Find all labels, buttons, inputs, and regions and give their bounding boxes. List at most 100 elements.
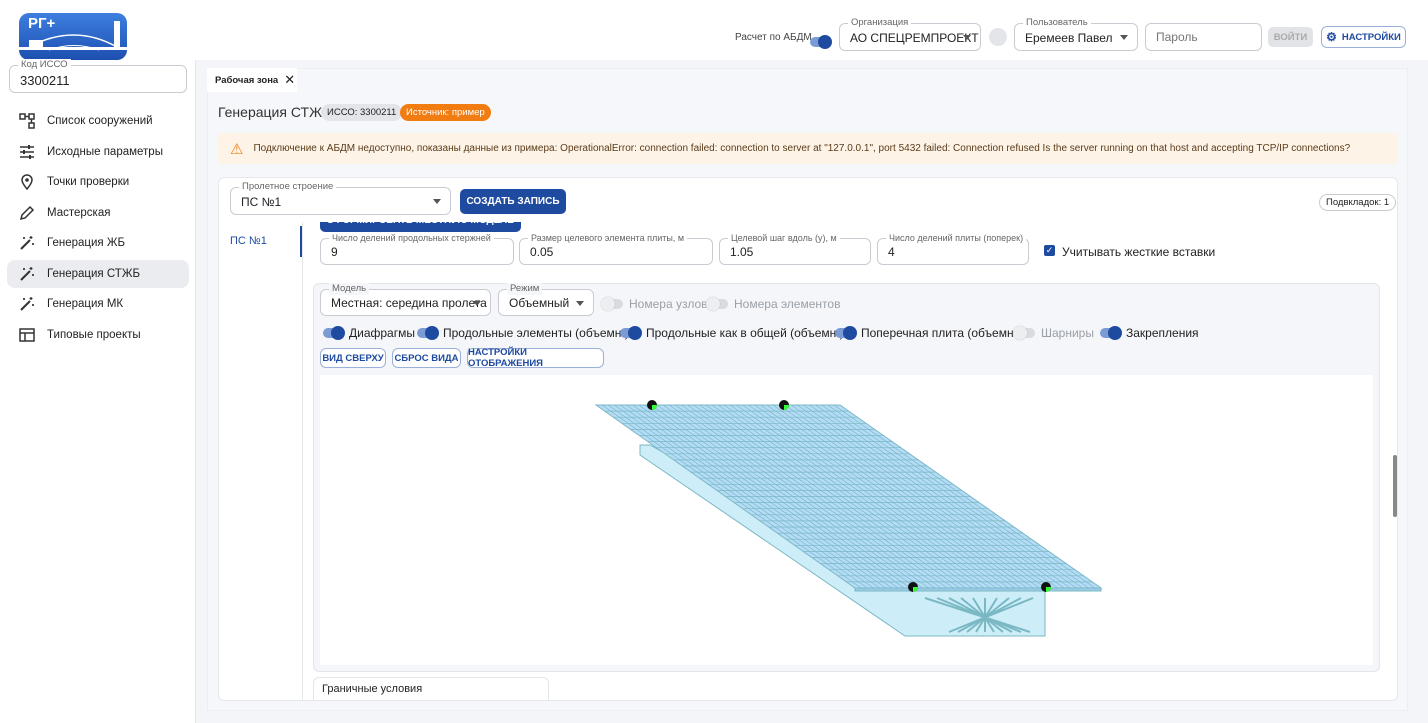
sidebar-item-label: Типовые проекты: [47, 328, 141, 341]
source-badge: Источник: пример: [400, 104, 491, 121]
toggle-0[interactable]: Номера узлов: [601, 297, 708, 311]
sidebar-item-7[interactable]: Типовые проекты: [7, 321, 189, 349]
password-input[interactable]: [1145, 23, 1262, 51]
toggle-7[interactable]: Закрепления: [1100, 326, 1199, 340]
sidebar-item-label: Генерация МК: [47, 298, 124, 310]
bridge-model-3d[interactable]: [320, 375, 1373, 665]
tab-label: Рабочая зона: [215, 74, 279, 86]
chevron-down-icon: [433, 199, 441, 204]
sidebar-item-label: Исходные параметры: [47, 145, 163, 158]
model-select[interactable]: Модель Местная: середина пролета: [320, 283, 491, 316]
sidebar-item-4[interactable]: Генерация ЖБ: [7, 229, 189, 257]
deck-edge: [854, 587, 1102, 592]
sidebar-item-3[interactable]: Мастерская: [7, 199, 189, 227]
page-title: Генерация СТЖБ: [218, 104, 332, 120]
organization-select[interactable]: Организация АО СПЕЦРЕМПРОЕКТ: [839, 17, 981, 51]
support-marker-icon: [908, 582, 918, 592]
toggle-label: Поперечная плита (объемн.): [861, 326, 1021, 340]
support-marker-icon: [779, 400, 789, 410]
sliders-icon: [20, 144, 34, 159]
display-settings-button[interactable]: НАСТРОЙКИ ОТОБРАЖЕНИЯ: [467, 347, 604, 369]
3d-viewer[interactable]: [320, 375, 1373, 665]
abdm-toggle[interactable]: [810, 34, 832, 49]
subtabs-count-badge: Подвкладок: 1: [1319, 194, 1397, 211]
toggle-4[interactable]: Продольные как в общей (объемн.): [620, 326, 844, 340]
org-value: АО СПЕЦРЕМПРОЕКТ: [850, 31, 979, 45]
sidebar-item-label: Список сооружений: [47, 115, 153, 127]
isso-code-value: 3300211: [20, 73, 70, 88]
sidebar-item-6[interactable]: Генерация МК: [7, 290, 189, 318]
chevron-down-icon: [963, 35, 971, 40]
close-icon[interactable]: ✕: [284, 72, 295, 88]
mode-value: Объемный: [509, 296, 570, 310]
tab-workspace[interactable]: Рабочая зона ✕: [207, 68, 297, 92]
warning-icon: ⚠: [230, 140, 244, 158]
param-value: 0.05: [530, 245, 554, 259]
sidebar-item-5[interactable]: Генерация СТЖБ: [7, 259, 189, 288]
param-value: 4: [888, 245, 895, 259]
toggle-switch[interactable]: [601, 297, 623, 311]
avatar: [989, 28, 1007, 46]
scrollbar[interactable]: [1392, 222, 1398, 700]
user-label: Пользователь: [1023, 17, 1091, 29]
table-icon: [19, 327, 35, 342]
toggle-label: Продольные элементы (объемн.): [443, 326, 629, 340]
sidebar-item-1[interactable]: Исходные параметры: [7, 138, 189, 166]
toggle-switch[interactable]: [620, 326, 642, 340]
reset-view-button[interactable]: СБРОС ВИДА: [392, 348, 461, 368]
create-record-button[interactable]: СОЗДАТЬ ЗАПИСЬ: [460, 189, 566, 214]
sidebar-item-label: Точки проверки: [47, 176, 130, 188]
map-pin-icon: [21, 174, 33, 190]
isso-badge: ИССО: 3300211: [321, 104, 403, 121]
span-value: ПС №1: [241, 195, 282, 209]
warning-alert: ⚠ Подключение к АБДМ недоступно, показаны…: [218, 133, 1398, 164]
alert-text: Подключение к АБДМ недоступно, показаны …: [253, 143, 1351, 154]
toggle-label: Диафрагмы: [349, 326, 415, 340]
toggle-label: Закрепления: [1126, 326, 1199, 340]
magic-wand-icon: [20, 266, 34, 281]
param-field-1[interactable]: Размер целевого элемента плиты, м 0.05: [519, 232, 713, 265]
user-value: Еремеев Павел: [1025, 31, 1113, 45]
mode-select[interactable]: Режим Объемный: [498, 283, 594, 316]
param-field-2[interactable]: Целевой шаг вдоль (y), м 1.05: [719, 232, 871, 265]
login-button[interactable]: ВОЙТИ: [1268, 27, 1313, 47]
toggle-3[interactable]: Продольные элементы (объемн.): [417, 326, 629, 340]
toggle-switch[interactable]: [835, 326, 857, 340]
sidebar-item-0[interactable]: Список сооружений: [7, 107, 189, 135]
user-select[interactable]: Пользователь Еремеев Павел: [1014, 17, 1138, 51]
abdm-label: Расчет по АБДМ: [735, 32, 812, 43]
toggle-label: Продольные как в общей (объемн.): [646, 326, 844, 340]
support-marker-icon: [647, 400, 657, 410]
subtab-ps1[interactable]: ПС №1: [230, 235, 267, 247]
toggle-2[interactable]: Диафрагмы: [323, 326, 415, 340]
toggle-switch[interactable]: [706, 297, 728, 311]
org-label: Организация: [848, 17, 912, 29]
toggle-switch[interactable]: [1013, 326, 1035, 340]
scroll-area: СФОРМИРОВАТЬ МЕСТНУЮ МОДЕЛЬ Число делени…: [305, 222, 1390, 700]
param-label: Целевой шаг вдоль (y), м: [728, 232, 840, 244]
param-label: Число делений продольных стержней: [329, 232, 494, 244]
toggle-6[interactable]: Шарниры: [1013, 326, 1094, 340]
model-value: Местная: середина пролета: [331, 296, 487, 310]
param-field-3[interactable]: Число делений плиты (поперек) 4: [877, 232, 1029, 265]
toggle-1[interactable]: Номера элементов: [706, 297, 840, 311]
isso-code-field[interactable]: Код ИССО 3300211: [9, 59, 187, 93]
rigid-inserts-label: Учитывать жесткие вставки: [1062, 245, 1216, 259]
toggle-switch[interactable]: [323, 326, 345, 340]
toggle-label: Шарниры: [1041, 326, 1094, 340]
span-select[interactable]: Пролетное строение ПС №1: [230, 181, 451, 215]
param-label: Размер целевого элемента плиты, м: [528, 232, 687, 244]
span-label: Пролетное строение: [239, 181, 337, 193]
structure-list-icon: [19, 113, 35, 129]
toggle-5[interactable]: Поперечная плита (объемн.): [835, 326, 1021, 340]
top-view-button[interactable]: ВИД СВЕРХУ: [320, 348, 386, 368]
param-field-0[interactable]: Число делений продольных стержней 9: [320, 232, 514, 265]
sidebar-item-2[interactable]: Точки проверки: [7, 168, 189, 196]
sidebar-item-label: Генерация СТЖБ: [47, 267, 141, 280]
form-local-model-button[interactable]: СФОРМИРОВАТЬ МЕСТНУЮ МОДЕЛЬ: [320, 222, 521, 232]
settings-button[interactable]: ⚙ НАСТРОЙКИ: [1321, 26, 1406, 48]
toggle-switch[interactable]: [1100, 326, 1122, 340]
rigid-inserts-checkbox[interactable]: ✓: [1044, 245, 1055, 256]
support-marker-icon: [1041, 582, 1051, 592]
toggle-switch[interactable]: [417, 326, 439, 340]
